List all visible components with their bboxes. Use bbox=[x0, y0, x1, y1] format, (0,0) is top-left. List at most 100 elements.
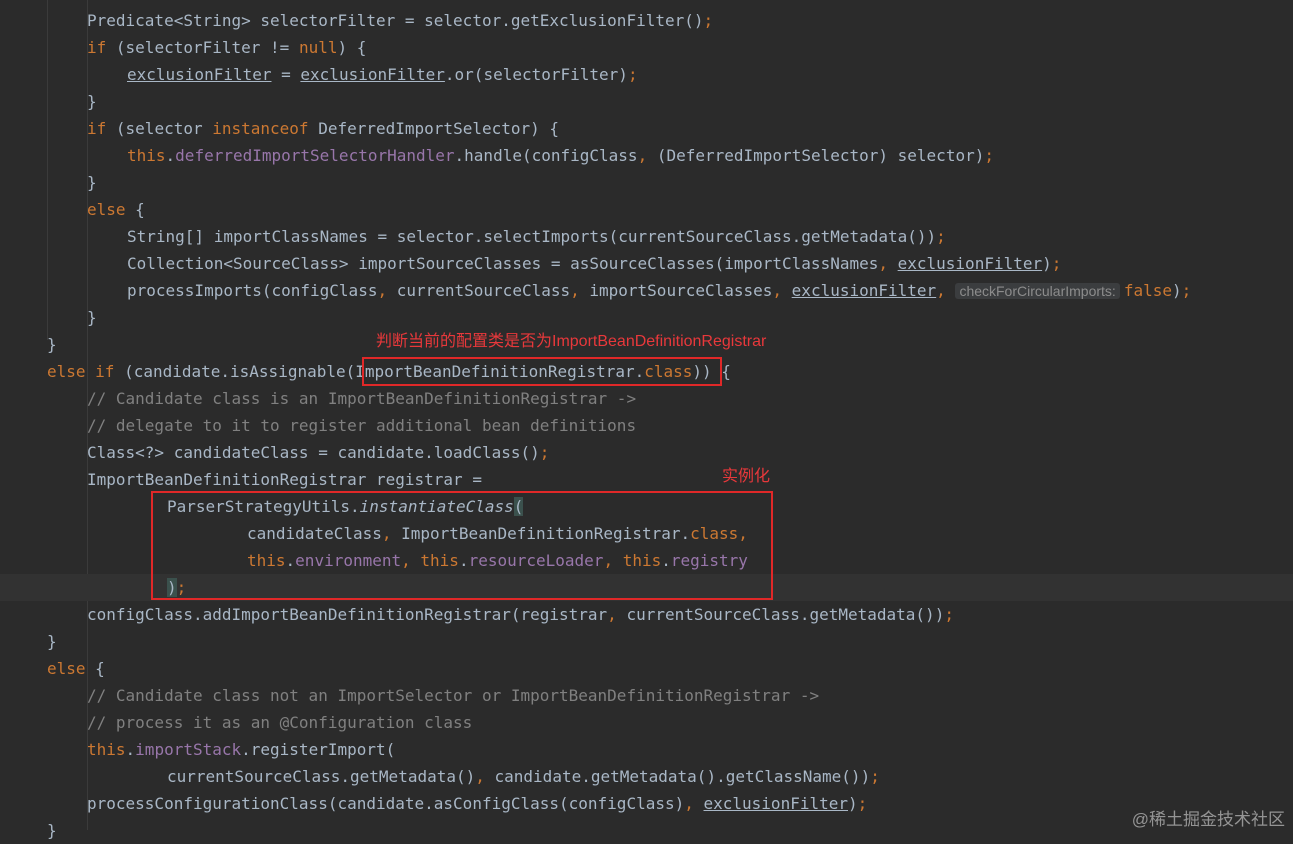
code-line-content: String[] importClassNames = selector.sel… bbox=[127, 223, 946, 250]
code-token: currentSourceClass bbox=[396, 281, 571, 300]
code-line-content: // delegate to it to register additional… bbox=[87, 412, 636, 439]
parameter-hint: checkForCircularImports: bbox=[955, 283, 1120, 299]
code-token: exclusionFilter bbox=[703, 794, 849, 813]
code-token: // Candidate class is an ImportBeanDefin… bbox=[87, 389, 637, 408]
code-token: else bbox=[87, 200, 136, 219]
annotation-box-instantiate bbox=[151, 491, 773, 600]
code-token: Class<?> candidateClass = candidate.load… bbox=[87, 443, 540, 462]
code-token: { bbox=[135, 200, 145, 219]
code-token: this bbox=[127, 146, 166, 165]
code-token: } bbox=[87, 308, 97, 327]
code-token: currentSourceClass.getMetadata() bbox=[167, 767, 476, 786]
code-token: (selectorFilter != bbox=[115, 38, 299, 57]
code-token: } bbox=[47, 632, 57, 651]
code-line-content: ImportBeanDefinitionRegistrar registrar … bbox=[87, 466, 482, 493]
code-token: (DeferredImportSelector) selector) bbox=[656, 146, 985, 165]
code-token: (candidate.isAssignable( bbox=[124, 362, 356, 381]
code-token: ; bbox=[703, 11, 714, 30]
code-token: exclusionFilter bbox=[791, 281, 937, 300]
code-line-content: currentSourceClass.getMetadata(), candid… bbox=[167, 763, 880, 790]
code-token: importStack bbox=[135, 740, 242, 759]
code-token: ; bbox=[539, 443, 550, 462]
code-line-content: // Candidate class is an ImportBeanDefin… bbox=[87, 385, 636, 412]
watermark: @稀土掘金技术社区 bbox=[1131, 810, 1285, 829]
code-token: , bbox=[637, 146, 657, 165]
code-line-content: if (selectorFilter != null) { bbox=[87, 34, 366, 61]
code-line-content: } bbox=[87, 88, 97, 115]
code-token: .handle(configClass bbox=[454, 146, 638, 165]
code-line-content: Predicate<String> selectorFilter = selec… bbox=[87, 7, 713, 34]
code-token: false bbox=[1123, 281, 1172, 300]
code-line-content: } bbox=[47, 331, 57, 358]
code-token: else if bbox=[47, 362, 125, 381]
code-line-content: processImports(configClass, currentSourc… bbox=[127, 277, 1191, 305]
code-token: String[] importClassNames = selector.sel… bbox=[127, 227, 937, 246]
code-token: ) bbox=[1171, 281, 1182, 300]
code-token: ImportBeanDefinitionRegistrar registrar … bbox=[87, 470, 482, 489]
code-token: importSourceClasses bbox=[589, 281, 773, 300]
code-token: ; bbox=[984, 146, 994, 165]
code-token: this bbox=[87, 740, 126, 759]
code-token: , bbox=[936, 281, 956, 300]
code-token: ) bbox=[848, 794, 858, 813]
annotation-text-registrar-check: 判断当前的配置类是否为ImportBeanDefinitionRegistrar bbox=[376, 333, 767, 350]
code-token: processImports(configClass bbox=[127, 281, 378, 300]
code-token: , bbox=[570, 281, 590, 300]
code-token: } bbox=[87, 92, 97, 111]
code-token: ; bbox=[936, 227, 946, 246]
code-line-content: } bbox=[87, 169, 97, 196]
indent-guide bbox=[47, 0, 48, 340]
code-token: ; bbox=[1051, 254, 1062, 273]
code-token: Collection<SourceClass> importSourceClas… bbox=[127, 254, 879, 273]
code-line-content: // process it as an @Configuration class bbox=[87, 709, 472, 736]
code-token: currentSourceClass.getMetadata()) bbox=[626, 605, 945, 624]
code-token: if bbox=[87, 119, 116, 138]
code-editor[interactable]: Predicate<String> selectorFilter = selec… bbox=[0, 0, 1293, 840]
code-line-content: if (selector instanceof DeferredImportSe… bbox=[87, 115, 559, 142]
code-token: , bbox=[475, 767, 495, 786]
code-line-content: configClass.addImportBeanDefinitionRegis… bbox=[87, 601, 954, 628]
code-token: ; bbox=[870, 767, 880, 786]
code-token: , bbox=[772, 281, 792, 300]
code-line-content: } bbox=[87, 304, 97, 331]
code-token: { bbox=[95, 659, 105, 678]
code-token: instanceof bbox=[212, 119, 319, 138]
code-token: ; bbox=[1181, 281, 1192, 300]
code-token: null bbox=[298, 38, 338, 57]
code-token: exclusionFilter bbox=[127, 65, 272, 84]
code-line-content: else { bbox=[87, 196, 145, 223]
code-line-content: } bbox=[47, 817, 57, 844]
code-line-content: Class<?> candidateClass = candidate.load… bbox=[87, 439, 549, 466]
code-token: (selector bbox=[115, 119, 213, 138]
code-line-content: this.deferredImportSelectorHandler.handl… bbox=[127, 142, 994, 169]
code-line-content: } bbox=[47, 628, 57, 655]
code-token: } bbox=[87, 173, 97, 192]
code-line-content: else { bbox=[47, 655, 105, 682]
code-token: , bbox=[684, 794, 704, 813]
code-token: configClass.addImportBeanDefinitionRegis… bbox=[87, 605, 608, 624]
code-token: // delegate to it to register additional… bbox=[87, 416, 637, 435]
code-token: ; bbox=[944, 605, 954, 624]
code-token: deferredImportSelectorHandler bbox=[175, 146, 455, 165]
code-token: processConfigurationClass(candidate.asCo… bbox=[87, 794, 685, 813]
code-token: } bbox=[47, 821, 57, 840]
code-token: exclusionFilter bbox=[300, 65, 445, 84]
code-token: . bbox=[125, 740, 136, 759]
code-token: , bbox=[878, 254, 898, 273]
code-token: ) { bbox=[337, 38, 367, 57]
code-token: .or(selectorFilter) bbox=[444, 65, 628, 84]
code-token: } bbox=[47, 335, 57, 354]
code-token: ; bbox=[857, 794, 868, 813]
code-token: // process it as an @Configuration class bbox=[87, 713, 473, 732]
code-line-content: // Candidate class not an ImportSelector… bbox=[87, 682, 819, 709]
code-token: , bbox=[377, 281, 397, 300]
code-token: DeferredImportSelector) { bbox=[318, 119, 560, 138]
annotation-box-registrar-check bbox=[362, 357, 722, 386]
code-token: .registerImport( bbox=[241, 740, 396, 759]
code-line-content: processConfigurationClass(candidate.asCo… bbox=[87, 790, 867, 817]
code-token: Predicate<String> selectorFilter = selec… bbox=[87, 11, 704, 30]
code-token: candidate.getMetadata().getClassName()) bbox=[494, 767, 871, 786]
code-token: . bbox=[165, 146, 176, 165]
code-token: // Candidate class not an ImportSelector… bbox=[87, 686, 820, 705]
code-token: ; bbox=[627, 65, 638, 84]
